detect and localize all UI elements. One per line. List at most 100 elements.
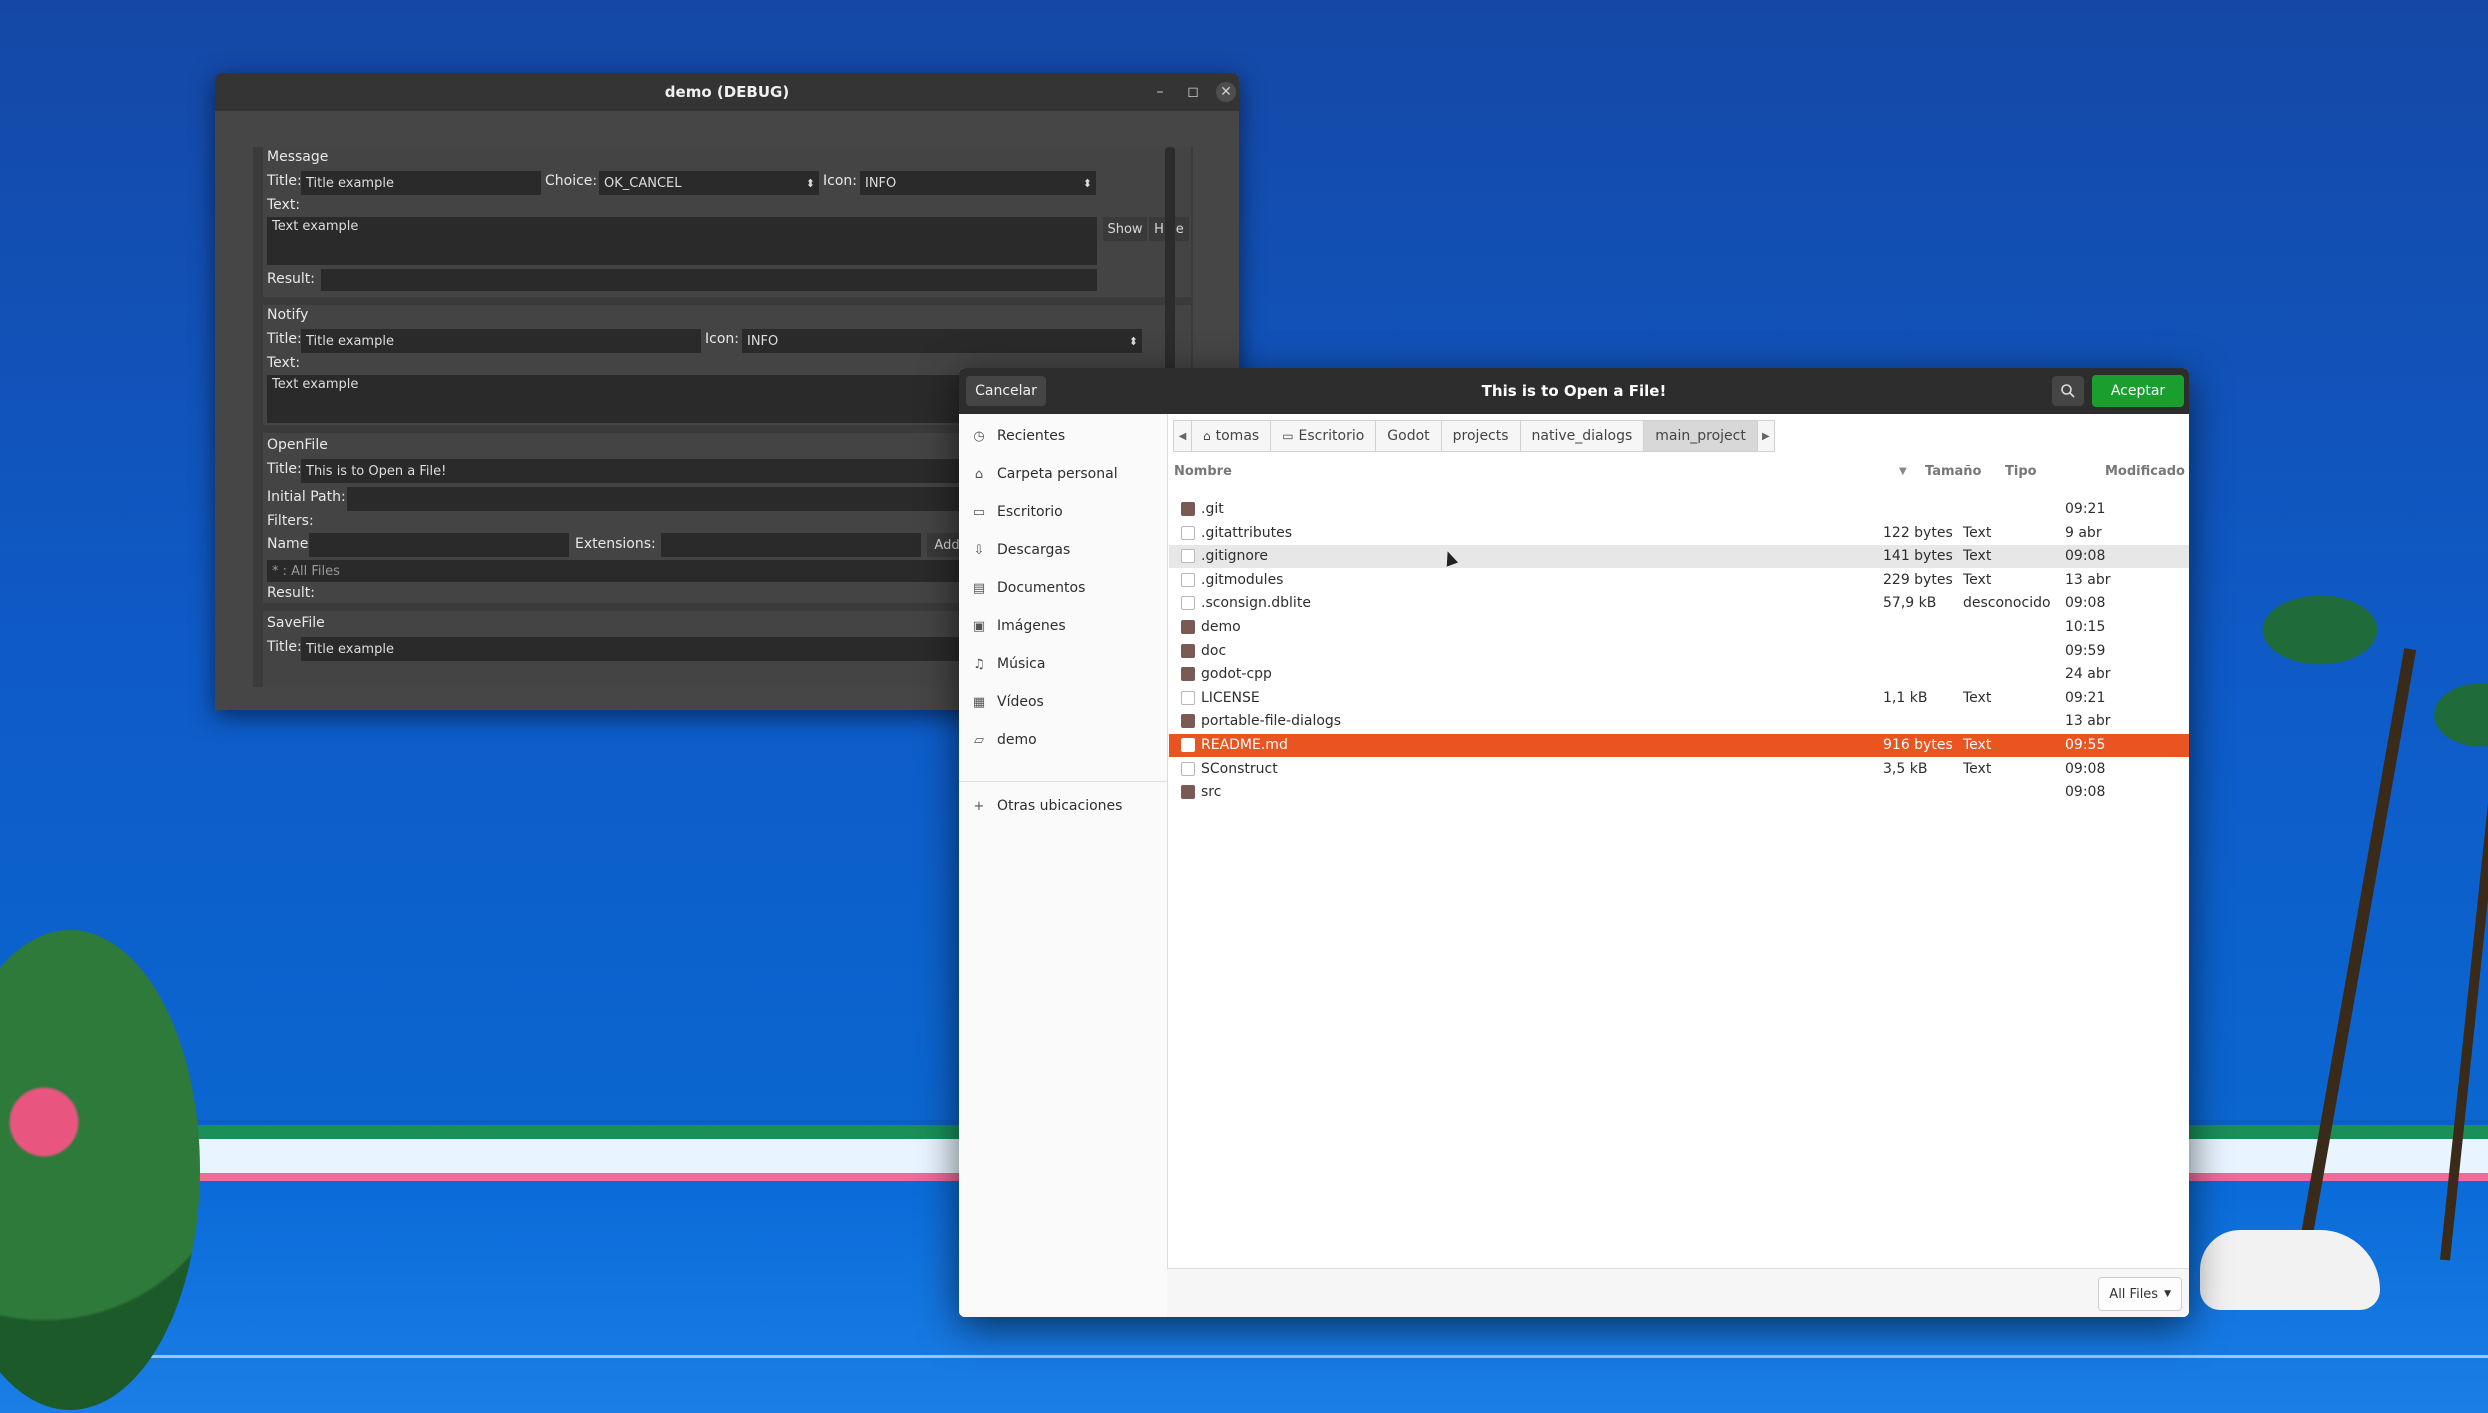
clock-icon: ◷: [973, 428, 985, 444]
savefile-title-label: Title:: [267, 639, 302, 655]
sidebar-item-carpeta-personal[interactable]: ⌂ Carpeta personal: [971, 462, 1118, 486]
file-type: Text: [1963, 689, 1992, 706]
openfile-result-label: Result:: [267, 585, 315, 601]
breadcrumb-label: Escritorio: [1298, 428, 1365, 444]
message-result-label: Result:: [267, 271, 315, 287]
message-title-input[interactable]: Title example: [301, 171, 541, 195]
sidebar-item-imágenes[interactable]: ▣ Imágenes: [971, 614, 1066, 638]
file-type: Text: [1963, 571, 1992, 588]
file-row[interactable]: demo 10:15: [1169, 616, 2189, 639]
file-size: 122 bytes: [1883, 524, 1953, 541]
file-row[interactable]: portable-file-dialogs 13 abr: [1169, 710, 2189, 733]
sidebar-item-label: Documentos: [997, 580, 1086, 596]
sidebar-item-recientes[interactable]: ◷ Recientes: [971, 424, 1065, 448]
breadcrumb-godot[interactable]: Godot: [1375, 420, 1441, 452]
file-row[interactable]: doc 09:59: [1169, 640, 2189, 663]
notify-header: Notify: [267, 307, 309, 323]
breadcrumb-escritorio[interactable]: ▭ Escritorio: [1270, 420, 1376, 452]
sidebar-item-label: Carpeta personal: [997, 466, 1118, 482]
sidebar-item-other-locations[interactable]: + Otras ubicaciones: [971, 794, 1123, 818]
close-icon[interactable]: ✕: [1216, 82, 1236, 102]
path-forward-arrow-icon[interactable]: ▶: [1756, 420, 1775, 452]
file-row[interactable]: LICENSE 1,1 kB Text 09:21: [1169, 687, 2189, 710]
message-icon-label: Icon:: [823, 173, 857, 189]
path-back-arrow-icon[interactable]: ◀: [1173, 420, 1191, 452]
file-row[interactable]: README.md 916 bytes Text 09:55: [1169, 734, 2189, 757]
file-chooser-headerbar[interactable]: Cancelar This is to Open a File! Aceptar: [959, 368, 2189, 414]
file-row[interactable]: .sconsign.dblite 57,9 kB desconocido 09:08: [1169, 592, 2189, 615]
wallpaper-line: [0, 1355, 2488, 1358]
path-bar: ◀ ⌂ tomas ▭ Escritorio Godot projects native_d…: [1173, 420, 1775, 452]
palm-leaves: [2220, 570, 2420, 690]
accept-button[interactable]: Aceptar: [2092, 375, 2184, 407]
message-header: Message: [267, 149, 329, 165]
file-size: 916 bytes: [1883, 737, 1953, 753]
file-row[interactable]: .git 09:21: [1169, 498, 2189, 521]
minimize-icon[interactable]: –: [1150, 82, 1170, 102]
filter-name-input[interactable]: [309, 533, 569, 557]
notify-title-input[interactable]: Title example: [301, 329, 701, 353]
file-modified: 13 abr: [2065, 713, 2111, 730]
file-modified: 09:55: [2065, 737, 2106, 753]
sidebar-item-escritorio[interactable]: ▭ Escritorio: [971, 500, 1063, 524]
sidebar-item-música[interactable]: ♫ Música: [971, 652, 1045, 676]
file-name: godot-cpp: [1201, 666, 1272, 683]
folder-icon: [1181, 620, 1195, 634]
message-icon-select[interactable]: INFO: [860, 171, 1096, 195]
demo-window-title: demo (DEBUG): [664, 83, 790, 101]
file-type: desconocido: [1963, 595, 2051, 612]
openfile-header: OpenFile: [267, 437, 328, 453]
file-row[interactable]: SConstruct 3,5 kB Text 09:08: [1169, 758, 2189, 781]
notify-icon-select[interactable]: INFO: [742, 329, 1142, 353]
file-name: SConstruct: [1201, 760, 1278, 777]
search-button[interactable]: [2052, 376, 2084, 406]
file-row[interactable]: src 09:08: [1169, 781, 2189, 804]
message-choice-select[interactable]: OK_CANCEL: [599, 171, 819, 195]
file-type: Text: [1963, 760, 1992, 777]
document-icon: ▤: [972, 580, 986, 596]
column-header-type[interactable]: Tipo: [2005, 464, 2037, 484]
message-panel: Message Title: Title example Choice: OK_…: [263, 147, 1191, 297]
file-name: .gitmodules: [1201, 571, 1284, 588]
column-header-modified[interactable]: Modificado: [2105, 464, 2185, 484]
file-name: .sconsign.dblite: [1201, 595, 1311, 612]
home-icon: ⌂: [1203, 429, 1211, 443]
file-name: doc: [1201, 642, 1227, 659]
demo-titlebar[interactable]: demo (DEBUG) – ◻ ✕: [215, 73, 1239, 111]
notify-title-label: Title:: [267, 331, 302, 347]
extensions-input[interactable]: [661, 533, 921, 557]
breadcrumb-tomas[interactable]: ⌂ tomas: [1191, 420, 1271, 452]
home-icon: ⌂: [974, 466, 984, 482]
file-filter-dropdown[interactable]: All Files ▼: [2098, 1277, 2182, 1311]
file-name: portable-file-dialogs: [1201, 713, 1342, 730]
sidebar-item-vídeos[interactable]: ▦ Vídeos: [971, 690, 1044, 714]
extensions-label: Extensions:: [575, 536, 656, 552]
file-type: Text: [1963, 524, 1992, 541]
file-icon: [1181, 549, 1195, 564]
file-icon: [1181, 572, 1195, 587]
file-modified: 10:15: [2065, 619, 2106, 635]
sidebar-item-descargas[interactable]: ⇩ Descargas: [971, 538, 1071, 562]
file-row[interactable]: .gitignore 141 bytes Text 09:08: [1169, 545, 2189, 569]
column-header-size[interactable]: Tamaño: [1925, 464, 1981, 484]
sidebar-item-demo[interactable]: ▱ demo: [971, 728, 1037, 752]
file-modified: 09:21: [2065, 501, 2106, 517]
column-header-name[interactable]: Nombre: [1174, 464, 1232, 484]
maximize-icon[interactable]: ◻: [1183, 82, 1203, 102]
sidebar-item-documentos[interactable]: ▤ Documentos: [971, 576, 1086, 600]
file-modified: 13 abr: [2065, 571, 2111, 588]
breadcrumb-native-dialogs[interactable]: native_dialogs: [1519, 420, 1644, 452]
sidebar-separator: [959, 781, 1167, 782]
breadcrumb-label: Godot: [1387, 428, 1430, 444]
file-row[interactable]: .gitmodules 229 bytes Text 13 abr: [1169, 569, 2189, 592]
breadcrumb-main-project[interactable]: main_project: [1643, 420, 1757, 452]
file-chooser-footer: All Files ▼: [1167, 1268, 2189, 1317]
show-button[interactable]: Show: [1103, 217, 1147, 241]
file-row[interactable]: .gitattributes 122 bytes Text 9 abr: [1169, 522, 2189, 545]
file-row[interactable]: godot-cpp 24 abr: [1169, 663, 2189, 686]
notify-text-label: Text:: [267, 355, 301, 371]
breadcrumb-projects[interactable]: projects: [1440, 420, 1520, 452]
file-name: .gitignore: [1201, 548, 1268, 565]
message-text-area[interactable]: Text example: [267, 217, 1097, 265]
file-icon: [1181, 596, 1195, 611]
